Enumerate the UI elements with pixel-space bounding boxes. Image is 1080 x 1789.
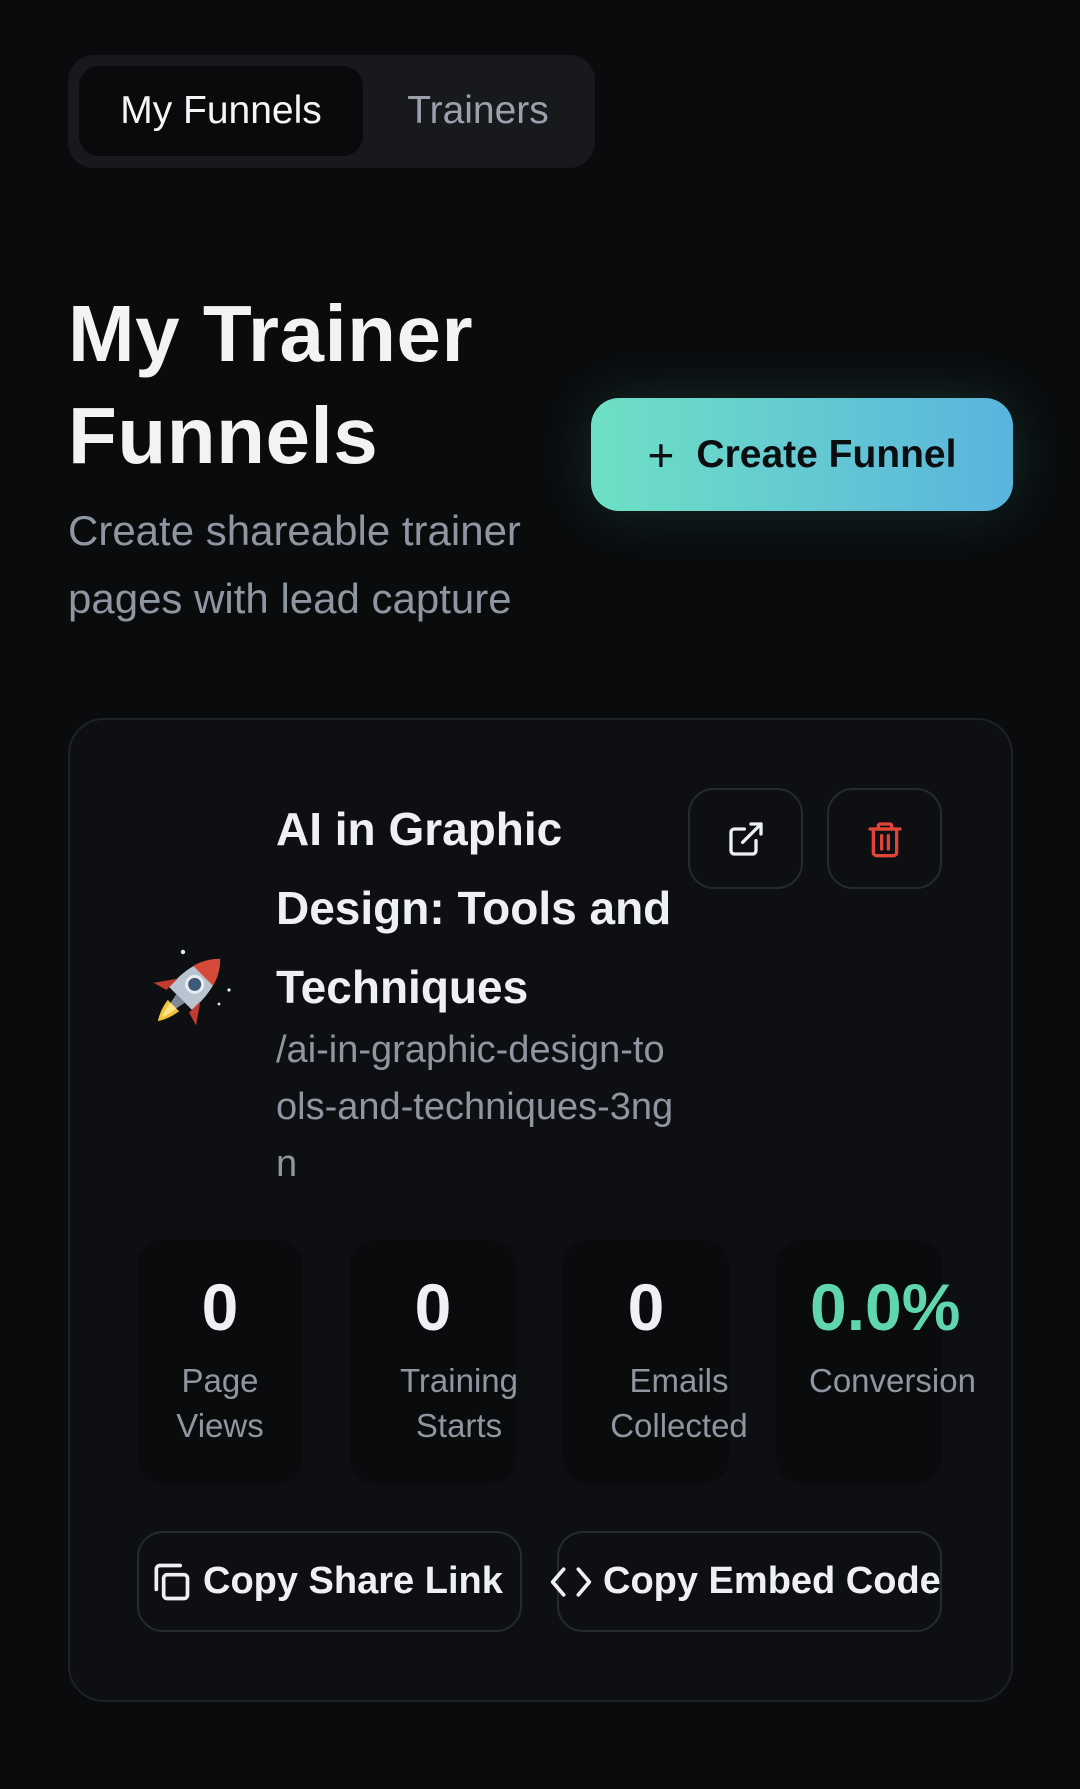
stat-value: 0 — [627, 1270, 665, 1344]
page-subtitle: Create shareable trainer pages with lead… — [68, 507, 521, 622]
trash-icon — [867, 821, 902, 857]
create-funnel-button[interactable]: + Create Funnel — [591, 398, 1013, 511]
copy-embed-code-label: Copy Embed Code — [603, 1560, 941, 1602]
stat-label: Emails Collected — [610, 1362, 748, 1444]
funnel-slug: /ai-in-graphic-design-tools-and-techniqu… — [276, 1029, 674, 1185]
external-link-icon — [728, 821, 763, 856]
stat-conversion: 0.0% Conversion — [776, 1240, 976, 1484]
create-funnel-label: Create Funnel — [696, 432, 957, 476]
open-funnel-button[interactable] — [688, 788, 803, 889]
rocket-icon — [153, 949, 231, 1026]
stat-emails-collected: 0 Emails Collected — [563, 1240, 748, 1484]
stat-value: 0.0% — [810, 1270, 961, 1344]
stat-training-starts: 0 Training Starts — [350, 1240, 518, 1484]
page-title: My Trainer Funnels — [68, 289, 474, 480]
stat-value: 0 — [201, 1270, 239, 1344]
copy-icon — [154, 1563, 190, 1600]
funnel-title: AI in Graphic Design: Tools and Techniqu… — [276, 803, 672, 1013]
stat-label: Page Views — [176, 1362, 264, 1444]
tab-trainers[interactable]: Trainers — [373, 66, 583, 156]
plus-icon: + — [647, 428, 675, 481]
stat-label: Training Starts — [400, 1362, 518, 1444]
tab-my-funnels[interactable]: My Funnels — [79, 66, 363, 156]
copy-share-link-label: Copy Share Link — [203, 1560, 503, 1602]
stat-page-views: 0 Page Views — [137, 1240, 303, 1484]
tab-bar: My Funnels Trainers — [68, 55, 595, 168]
copy-embed-code-button[interactable]: Copy Embed Code — [550, 1531, 942, 1632]
code-icon — [550, 1566, 592, 1597]
stat-label: Conversion — [809, 1362, 976, 1399]
copy-share-link-button[interactable]: Copy Share Link — [137, 1531, 522, 1632]
delete-funnel-button[interactable] — [827, 788, 942, 889]
stat-value: 0 — [414, 1270, 452, 1344]
page: My Funnels Trainers My Trainer Funnels C… — [0, 0, 1080, 1789]
